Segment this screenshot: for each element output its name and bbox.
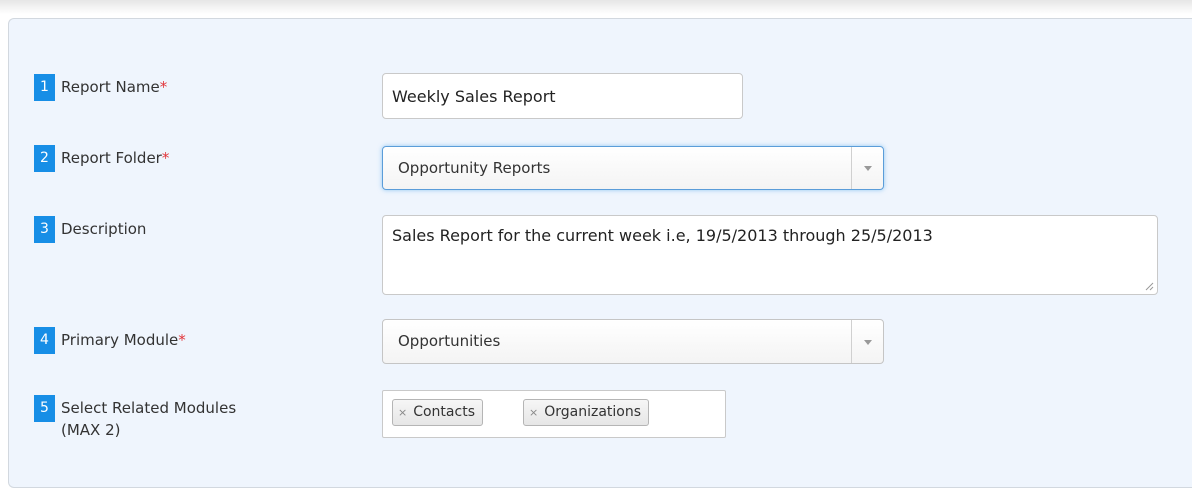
primary-module-label: 4 Primary Module* — [34, 327, 186, 354]
report-folder-label: 2 Report Folder* — [34, 145, 169, 172]
description-textarea[interactable]: Sales Report for the current week i.e, 1… — [382, 215, 1158, 295]
primary-module-select[interactable]: Opportunities — [382, 319, 884, 364]
label-text: Description — [61, 220, 147, 238]
dropdown-toggle[interactable] — [851, 147, 883, 189]
report-folder-value: Opportunity Reports — [398, 159, 551, 177]
report-name-label: 1 Report Name* — [34, 74, 167, 101]
report-folder-select[interactable]: Opportunity Reports — [382, 146, 884, 190]
remove-x-icon[interactable]: × — [398, 400, 407, 425]
label-text: Report Folder — [61, 149, 162, 167]
step-number-badge: 4 — [34, 327, 55, 354]
required-asterisk: * — [159, 78, 168, 96]
description-text: Sales Report for the current week i.e, 1… — [392, 226, 933, 245]
required-asterisk: * — [161, 149, 170, 167]
top-shadow — [0, 0, 1192, 14]
chip-label: Contacts — [413, 404, 475, 420]
caret-down-icon — [863, 339, 872, 345]
related-module-chip[interactable]: × Contacts — [392, 399, 483, 426]
step-number-badge: 5 — [34, 395, 55, 422]
step-number-badge: 3 — [34, 216, 55, 243]
required-asterisk: * — [178, 331, 186, 349]
description-label: 3 Description — [34, 216, 146, 243]
report-details-panel: 1 Report Name* 2 Report Folder* Opportun… — [8, 18, 1192, 488]
report-name-input[interactable] — [382, 73, 743, 119]
related-modules-multiselect[interactable]: × Contacts × Organizations — [382, 390, 726, 438]
chip-label: Organizations — [544, 404, 642, 420]
remove-x-icon[interactable]: × — [529, 400, 538, 425]
primary-module-value: Opportunities — [398, 332, 501, 350]
step-number-badge: 2 — [34, 145, 55, 172]
related-module-chip[interactable]: × Organizations — [523, 399, 650, 426]
label-text: Primary Module — [61, 331, 179, 349]
label-text: Select Related Modules — [61, 399, 237, 417]
related-modules-label: 5 Select Related Modules (MAX 2) — [34, 395, 236, 441]
caret-down-icon — [863, 166, 872, 171]
resize-grip-icon[interactable] — [1144, 281, 1154, 291]
dropdown-toggle[interactable] — [851, 320, 883, 363]
label-text: Report Name — [61, 78, 160, 96]
step-number-badge: 1 — [34, 74, 55, 101]
label-text-line2: (MAX 2) — [61, 421, 121, 439]
